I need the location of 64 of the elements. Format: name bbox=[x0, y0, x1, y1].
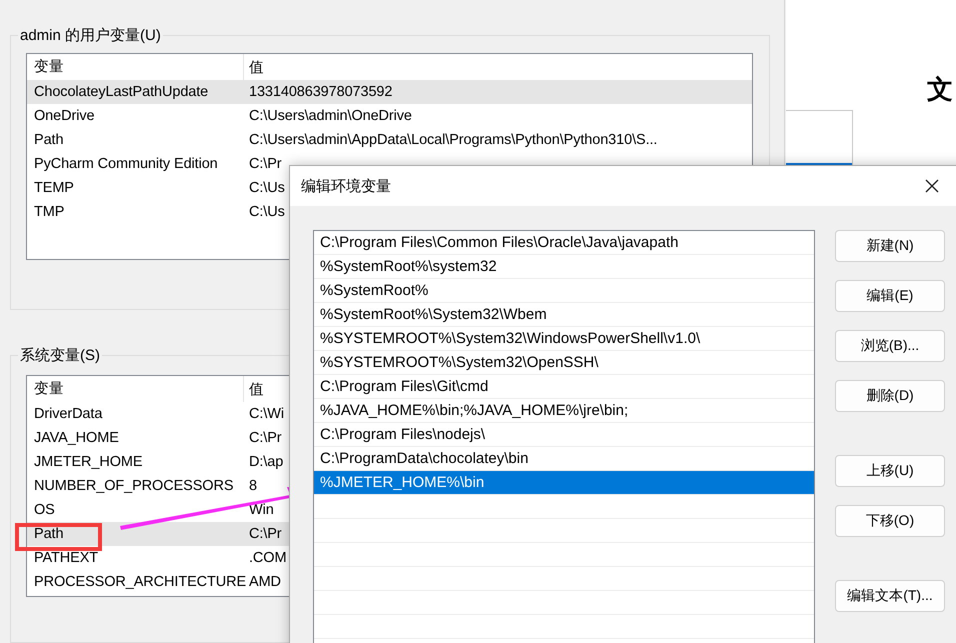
variable-name: OS bbox=[34, 502, 55, 518]
variable-value: 133140863978073592 bbox=[248, 84, 392, 100]
variable-value: .COM bbox=[248, 550, 286, 566]
variable-name: ChocolateyLastPathUpdate bbox=[34, 84, 208, 100]
variable-name: PROCESSOR_ARCHITECTURE bbox=[34, 574, 246, 590]
variable-name: DriverData bbox=[34, 406, 102, 422]
variable-value: C:\Pr bbox=[248, 430, 282, 446]
variable-value: AMD bbox=[248, 574, 281, 590]
path-entry[interactable]: C:\Program Files\Common Files\Oracle\Java\javapath bbox=[314, 231, 814, 255]
variable-value: C:\Us bbox=[248, 180, 285, 196]
variable-name: PyCharm Community Edition bbox=[34, 156, 218, 172]
path-entry[interactable]: %JMETER_HOME%\bin bbox=[314, 471, 814, 495]
variable-row[interactable]: OneDrive C:\Users\admin\OneDrive bbox=[27, 104, 752, 128]
close-icon[interactable] bbox=[925, 179, 939, 193]
variable-value: C:\Wi bbox=[248, 406, 284, 422]
column-header[interactable]: 值 bbox=[244, 380, 264, 399]
variable-row[interactable]: NUMBER_OF_PROCESSORS 8 bbox=[27, 474, 289, 498]
column-header[interactable]: 变量 bbox=[27, 376, 244, 402]
variable-name: Path bbox=[34, 132, 64, 148]
group-title: 系统变量(S) bbox=[19, 346, 101, 366]
variable-row[interactable]: DriverData C:\Wi bbox=[27, 402, 289, 426]
variable-value: C:\Pr bbox=[248, 526, 282, 542]
path-entry[interactable]: %SYSTEMROOT%\System32\WindowsPowerShell\v1.0\ bbox=[314, 327, 814, 351]
variable-row[interactable]: Path C:\Pr bbox=[27, 522, 289, 546]
dialog-button[interactable]: 上移(U) bbox=[835, 455, 945, 487]
path-entry[interactable]: %SYSTEMROOT%\System32\OpenSSH\ bbox=[314, 351, 814, 375]
variable-value: C:\Users\admin\OneDrive bbox=[248, 108, 412, 124]
column-header[interactable]: 值 bbox=[244, 58, 264, 76]
path-entry[interactable]: %JAVA_HOME%\bin;%JAVA_HOME%\jre\bin; bbox=[314, 399, 814, 423]
variable-row[interactable]: PROCESSOR_ARCHITECTURE AMD bbox=[27, 570, 289, 594]
path-entry[interactable]: %SystemRoot% bbox=[314, 279, 814, 303]
path-entry[interactable]: C:\Program Files\nodejs\ bbox=[314, 423, 814, 447]
variable-value: C:\Users\admin\AppData\Local\Programs\Python\Python310\S... bbox=[248, 132, 658, 148]
variable-row[interactable]: JMETER_HOME D:\ap bbox=[27, 450, 289, 474]
variable-name: TEMP bbox=[34, 180, 74, 196]
variable-value: D:\ap bbox=[248, 454, 284, 470]
variable-name: PATHEXT bbox=[34, 550, 98, 566]
dialog-button[interactable]: 编辑(E) bbox=[835, 280, 945, 312]
path-entry[interactable]: %SystemRoot%\System32\Wbem bbox=[314, 303, 814, 327]
variable-row[interactable]: ChocolateyLastPathUpdate 133140863978073592 bbox=[27, 80, 752, 104]
dialog-button[interactable]: 删除(D) bbox=[835, 380, 945, 412]
variable-value: C:\Pr bbox=[248, 156, 282, 172]
dialog-title: 编辑环境变量 bbox=[301, 176, 391, 196]
variable-value: 8 bbox=[248, 478, 257, 494]
dialog-button[interactable]: 新建(N) bbox=[835, 230, 945, 262]
variable-row[interactable]: JAVA_HOME C:\Pr bbox=[27, 426, 289, 450]
variable-name: JMETER_HOME bbox=[34, 454, 142, 470]
dialog-button[interactable]: 编辑文本(T)... bbox=[835, 580, 945, 612]
variable-name: OneDrive bbox=[34, 108, 94, 124]
path-entry[interactable]: C:\Program Files\Git\cmd bbox=[314, 375, 814, 399]
window-heading: 文 bbox=[927, 73, 953, 106]
dialog-button[interactable]: 浏览(B)... bbox=[835, 330, 945, 362]
dialog-button[interactable]: 下移(O) bbox=[835, 505, 945, 537]
variable-name: JAVA_HOME bbox=[34, 430, 119, 446]
variable-name: TMP bbox=[34, 204, 64, 220]
variable-row[interactable]: OS Win bbox=[27, 498, 289, 522]
path-entry[interactable]: %SystemRoot%\system32 bbox=[314, 255, 814, 279]
variable-value: Win bbox=[248, 502, 274, 518]
variable-value: C:\Us bbox=[248, 204, 285, 220]
variable-name: Path bbox=[34, 526, 64, 542]
variable-row[interactable]: Path C:\Users\admin\AppData\Local\Programs\Python\Python310\S... bbox=[27, 128, 752, 152]
variable-name: NUMBER_OF_PROCESSORS bbox=[34, 478, 234, 494]
variable-row[interactable]: PATHEXT .COM bbox=[27, 546, 289, 570]
group-title: admin 的用户变量(U) bbox=[19, 26, 162, 45]
